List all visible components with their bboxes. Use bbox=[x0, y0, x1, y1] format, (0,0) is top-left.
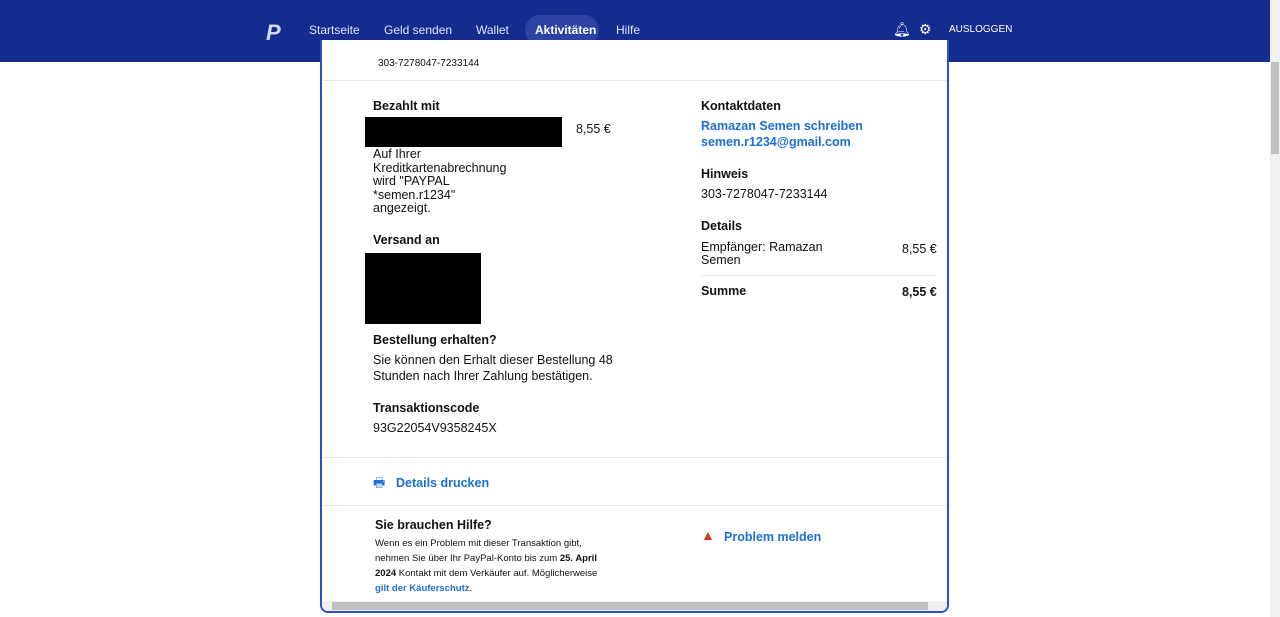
redacted-payment-method bbox=[365, 117, 562, 147]
recipient-amount: 8,55 € bbox=[902, 242, 937, 256]
printer-icon[interactable]: 🖶︎ bbox=[373, 476, 385, 489]
paid-amount: 8,55 € bbox=[576, 122, 611, 136]
top-reference: 303-7278047-7233144 bbox=[378, 58, 480, 69]
bell-icon[interactable]: 🔔︎ bbox=[893, 21, 911, 38]
logout-button[interactable]: AUSLOGGEN bbox=[949, 24, 1012, 35]
contact-email-link[interactable]: semen.r1234@gmail.com bbox=[701, 136, 851, 149]
recipient: Empfänger: Ramazan Semen bbox=[701, 240, 823, 267]
sum-label: Summe bbox=[701, 284, 747, 298]
paypal-logo-icon[interactable]: P bbox=[266, 20, 284, 45]
sum-amount: 8,55 € bbox=[902, 285, 937, 299]
paid-with-label: Bezahlt mit bbox=[373, 99, 440, 113]
gear-icon[interactable]: ⚙ bbox=[919, 21, 932, 38]
note-label: Hinweis bbox=[701, 167, 749, 181]
contact-label: Kontaktdaten bbox=[701, 99, 781, 113]
shipping-label: Versand an bbox=[373, 233, 440, 247]
order-received-label: Bestellung erhalten? bbox=[373, 333, 497, 347]
write-contact-link[interactable]: Ramazan Semen schreiben bbox=[701, 120, 863, 133]
order-received-text: Sie können den Erhalt dieser Bestellung … bbox=[373, 353, 613, 383]
print-details-link[interactable]: Details drucken bbox=[396, 477, 489, 490]
warning-icon: ▲ bbox=[701, 527, 715, 543]
transaction-code: 93G22054V9358245X bbox=[373, 421, 497, 435]
help-text: Wenn es ein Problem mit dieser Transakti… bbox=[375, 538, 598, 594]
horizontal-scrollbar[interactable] bbox=[322, 601, 947, 611]
redacted-address bbox=[365, 253, 481, 324]
statement-note: Auf Ihrer Kreditkartenabrechnung wird "P… bbox=[373, 147, 507, 215]
buyer-protection-link[interactable]: gilt der Käuferschutz bbox=[375, 583, 470, 594]
transaction-details-card: 303-7278047-7233144 Bezahlt mit 8,55 € A… bbox=[320, 40, 949, 613]
note-value: 303-7278047-7233144 bbox=[701, 187, 828, 201]
report-problem-link[interactable]: Problem melden bbox=[724, 531, 821, 544]
vertical-scrollbar[interactable] bbox=[1270, 0, 1280, 617]
details-label: Details bbox=[701, 219, 742, 233]
help-title: Sie brauchen Hilfe? bbox=[375, 518, 492, 532]
transaction-code-label: Transaktionscode bbox=[373, 401, 480, 415]
